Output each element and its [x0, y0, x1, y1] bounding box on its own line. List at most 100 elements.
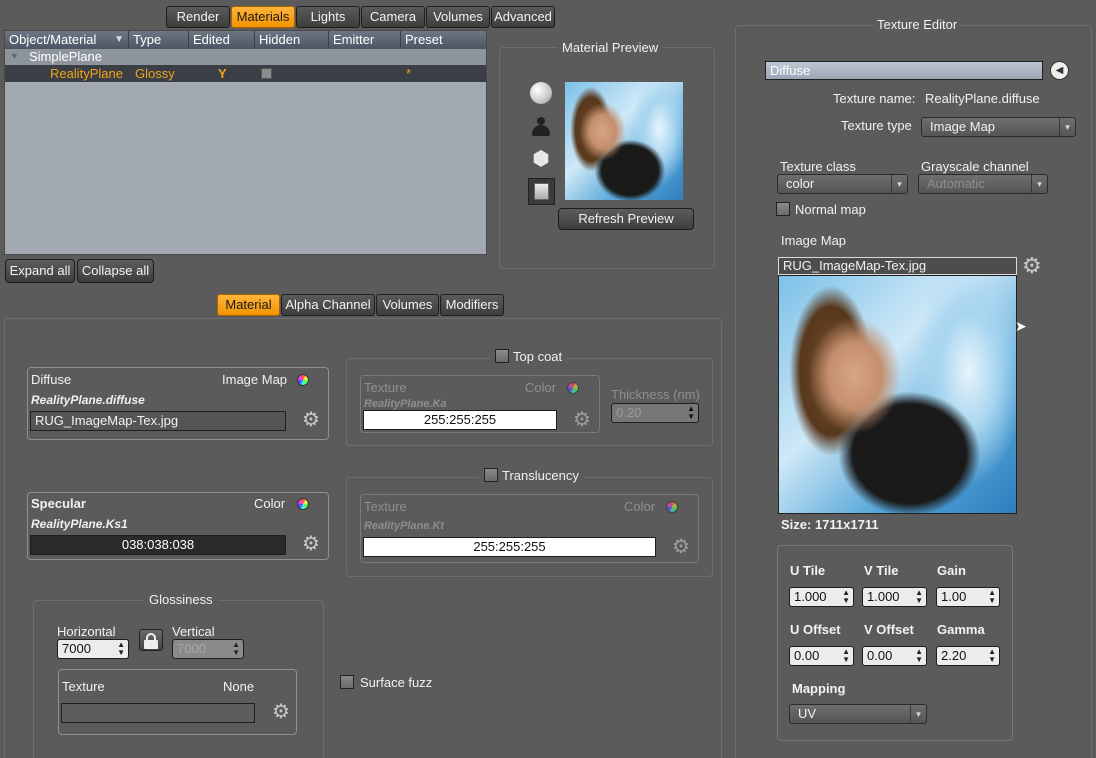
translucency-mode[interactable]: Color [624, 499, 655, 514]
top-coat-checkbox[interactable] [495, 349, 509, 363]
column-header-preset[interactable]: Preset [401, 31, 486, 49]
v-offset-stepper[interactable]: 0.00 ▲ ▼ [862, 646, 927, 666]
stepper-arrows-icon[interactable]: ▲ ▼ [988, 648, 996, 664]
color-wheel-icon[interactable] [297, 374, 309, 386]
gamma-stepper[interactable]: 2.20 ▲ ▼ [936, 646, 1000, 666]
preview-image [565, 82, 683, 200]
sphere-icon[interactable] [530, 82, 552, 104]
tab-volumes-sub[interactable]: Volumes [376, 294, 439, 316]
thickness-stepper[interactable]: 0.20 ▲ ▼ [611, 403, 699, 423]
chevron-down-icon[interactable]: ▾ [910, 705, 926, 723]
u-tile-stepper[interactable]: 1.000 ▲ ▼ [789, 587, 854, 607]
glossiness-texture-field[interactable] [61, 703, 255, 723]
diffuse-mode[interactable]: Image Map [222, 372, 287, 387]
texture-name-label: Texture name: [833, 91, 916, 106]
mapping-select[interactable]: UV ▾ [789, 704, 927, 724]
expand-all-button[interactable]: Expand all [5, 259, 75, 283]
texture-class-select[interactable]: color ▾ [777, 174, 908, 194]
normal-map-label: Normal map [795, 202, 866, 217]
gear-icon[interactable]: ⚙ [1022, 255, 1042, 277]
tab-alpha-channel[interactable]: Alpha Channel [281, 294, 375, 316]
grayscale-label: Grayscale channel [921, 159, 1029, 174]
collapse-all-button[interactable]: Collapse all [77, 259, 154, 283]
texture-type-select[interactable]: Image Map ▾ [921, 117, 1076, 137]
stepper-arrows-icon[interactable]: ▲ ▼ [915, 589, 923, 605]
color-wheel-icon[interactable] [567, 382, 579, 394]
chevron-down-icon[interactable]: ▾ [891, 175, 907, 193]
table-row[interactable]: RealityPlane Glossy Y * [5, 65, 486, 82]
gear-icon[interactable]: ⚙ [272, 702, 290, 722]
row-type: Glossy [135, 66, 175, 81]
back-arrow-icon[interactable]: ◀ [1050, 61, 1069, 80]
tab-camera[interactable]: Camera [361, 6, 425, 28]
column-header-object-material[interactable]: Object/Material ▼ [5, 31, 129, 49]
stepper-arrows-icon[interactable]: ▲ ▼ [842, 648, 850, 664]
specular-mode[interactable]: Color [254, 496, 285, 511]
u-offset-stepper[interactable]: 0.00 ▲ ▼ [789, 646, 854, 666]
column-header-type[interactable]: Type [129, 31, 189, 49]
stepper-arrows-icon[interactable]: ▲ ▼ [117, 641, 125, 657]
tab-material[interactable]: Material [217, 294, 280, 316]
column-header-edited[interactable]: Edited [189, 31, 255, 49]
gear-icon[interactable]: ⚙ [302, 534, 320, 554]
hidden-checkbox[interactable] [261, 68, 272, 79]
stepper-arrows-icon[interactable]: ▲ ▼ [915, 648, 923, 664]
tab-materials[interactable]: Materials [231, 6, 295, 28]
normal-map-checkbox[interactable] [776, 202, 790, 216]
horizontal-stepper[interactable]: 7000 ▲ ▼ [57, 639, 129, 659]
tab-lights[interactable]: Lights [296, 6, 360, 28]
v-offset-label: V Offset [864, 622, 914, 637]
group-name: SimplePlane [29, 49, 102, 64]
color-wheel-icon[interactable] [297, 498, 309, 510]
top-coat-title: Top coat [513, 349, 563, 364]
mouse-cursor-icon: ➤ [1015, 318, 1027, 334]
diffuse-title: Diffuse [31, 372, 72, 387]
top-coat-header: Top coat [490, 349, 568, 364]
tab-volumes[interactable]: Volumes [426, 6, 490, 28]
gain-stepper[interactable]: 1.00 ▲ ▼ [936, 587, 1000, 607]
table-group-row[interactable]: ▼ SimplePlane [5, 49, 486, 65]
v-tile-stepper[interactable]: 1.000 ▲ ▼ [862, 587, 927, 607]
lock-icon[interactable] [139, 629, 163, 651]
top-coat-mode[interactable]: Color [525, 380, 556, 395]
channel-selector[interactable]: Diffuse [765, 61, 1043, 80]
texture-name-value: RealityPlane.diffuse [925, 91, 1040, 106]
v-tile-label: V Tile [864, 563, 899, 578]
tab-modifiers[interactable]: Modifiers [440, 294, 504, 316]
top-coat-color-field[interactable]: 255:255:255 [363, 410, 557, 430]
figure-icon[interactable] [531, 117, 551, 137]
stepper-arrows-icon[interactable]: ▲ ▼ [988, 589, 996, 605]
tab-render[interactable]: Render [166, 6, 230, 28]
specular-color-field[interactable]: 038:038:038 [30, 535, 286, 555]
stepper-arrows-icon[interactable]: ▲ ▼ [687, 405, 695, 421]
vertical-stepper[interactable]: 7000 ▲ ▼ [172, 639, 244, 659]
cube-icon[interactable]: ⬢ [530, 148, 552, 170]
gear-icon[interactable]: ⚙ [672, 537, 690, 557]
translucency-title: Translucency [502, 468, 579, 483]
translucency-color-field[interactable]: 255:255:255 [363, 537, 656, 557]
column-header-hidden[interactable]: Hidden [255, 31, 329, 49]
chevron-down-icon[interactable]: ▾ [1059, 118, 1075, 136]
chevron-down-icon[interactable]: ▾ [1031, 175, 1047, 193]
surface-fuzz-checkbox[interactable] [340, 675, 354, 689]
gear-icon[interactable]: ⚙ [573, 410, 591, 430]
glossiness-texture-mode[interactable]: None [223, 679, 254, 694]
stepper-arrows-icon[interactable]: ▲ ▼ [232, 641, 240, 657]
grayscale-select[interactable]: Automatic ▾ [918, 174, 1048, 194]
gear-icon[interactable]: ⚙ [302, 410, 320, 430]
color-wheel-icon[interactable] [666, 501, 678, 513]
tab-advanced[interactable]: Advanced [491, 6, 555, 28]
stepper-arrows-icon[interactable]: ▲ ▼ [842, 589, 850, 605]
image-file-field[interactable]: RUG_ImageMap-Tex.jpg [778, 257, 1017, 275]
texture-editor-title: Texture Editor [874, 17, 961, 32]
plane-icon[interactable] [528, 178, 555, 205]
sort-arrow-icon: ▼ [114, 34, 124, 45]
diffuse-file-field[interactable]: RUG_ImageMap-Tex.jpg [30, 411, 286, 431]
column-header-emitter[interactable]: Emitter [329, 31, 401, 49]
refresh-preview-button[interactable]: Refresh Preview [558, 208, 694, 230]
diffuse-channel: RealityPlane.diffuse [31, 393, 145, 407]
gain-label: Gain [937, 563, 966, 578]
expand-triangle-icon[interactable]: ▼ [10, 51, 19, 61]
translucency-checkbox[interactable] [484, 468, 498, 482]
specular-title: Specular [31, 496, 86, 511]
